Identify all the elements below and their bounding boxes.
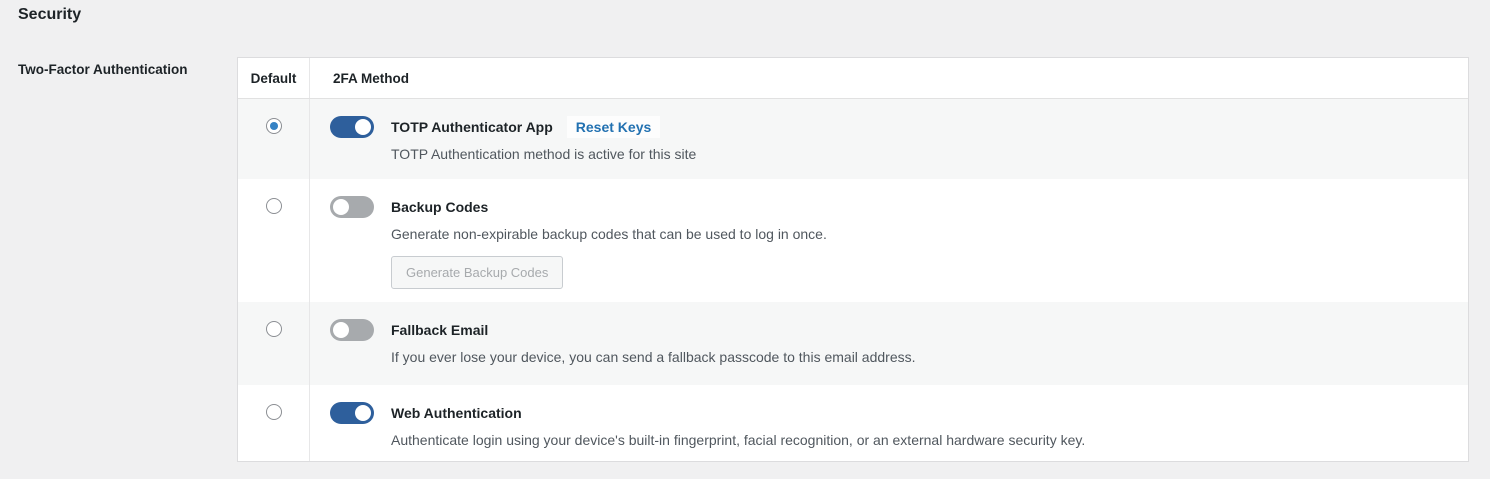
default-radio-web-authentication[interactable] [266,404,282,420]
web-authentication-toggle[interactable] [330,402,374,424]
radio-dot [270,408,278,416]
two-factor-methods-table: Default 2FA Method TOTP Authenticator Ap… [237,57,1469,462]
method-description-backup-codes: Generate non-expirable backup codes that… [391,224,1448,244]
method-name-web-authentication: Web Authentication [391,405,522,421]
table-row-web-authentication: Web Authentication Authenticate login us… [238,385,1468,461]
method-name-backup-codes: Backup Codes [391,199,488,215]
radio-dot [270,325,278,333]
method-cell-backup-codes: Backup Codes Generate non-expirable back… [310,179,1468,302]
backup-codes-toggle[interactable] [330,196,374,218]
default-radio-fallback-email[interactable] [266,321,282,337]
totp-toggle[interactable] [330,116,374,138]
default-radio-totp[interactable] [266,118,282,134]
method-description-web-authentication: Authenticate login using your device's b… [391,430,1448,450]
method-name-totp: TOTP Authenticator App [391,119,553,135]
table-row-totp: TOTP Authenticator App Reset Keys TOTP A… [238,99,1468,179]
toggle-knob [333,322,349,338]
table-header-row: Default 2FA Method [238,58,1468,99]
default-radio-backup-codes[interactable] [266,198,282,214]
table-row-fallback-email: Fallback Email If you ever lose your dev… [238,302,1468,385]
method-description-fallback-email: If you ever lose your device, you can se… [391,347,1448,367]
method-cell-totp: TOTP Authenticator App Reset Keys TOTP A… [310,99,1468,179]
toggle-knob [333,199,349,215]
column-header-2fa-method: 2FA Method [310,58,1468,98]
default-cell-backup-codes [238,179,310,302]
radio-dot [270,202,278,210]
two-factor-authentication-label: Two-Factor Authentication [18,62,188,77]
method-description-totp: TOTP Authentication method is active for… [391,144,1448,164]
toggle-knob [355,119,371,135]
default-cell-totp [238,99,310,179]
radio-dot [270,122,278,130]
method-cell-fallback-email: Fallback Email If you ever lose your dev… [310,302,1468,385]
page-title: Security [18,6,81,24]
method-name-fallback-email: Fallback Email [391,322,488,338]
column-header-default: Default [238,58,310,98]
default-cell-web-authentication [238,385,310,461]
generate-backup-codes-button[interactable]: Generate Backup Codes [391,256,563,289]
reset-keys-link[interactable]: Reset Keys [567,116,661,138]
method-cell-web-authentication: Web Authentication Authenticate login us… [310,385,1468,461]
toggle-knob [355,405,371,421]
default-cell-fallback-email [238,302,310,385]
table-row-backup-codes: Backup Codes Generate non-expirable back… [238,179,1468,302]
fallback-email-toggle[interactable] [330,319,374,341]
